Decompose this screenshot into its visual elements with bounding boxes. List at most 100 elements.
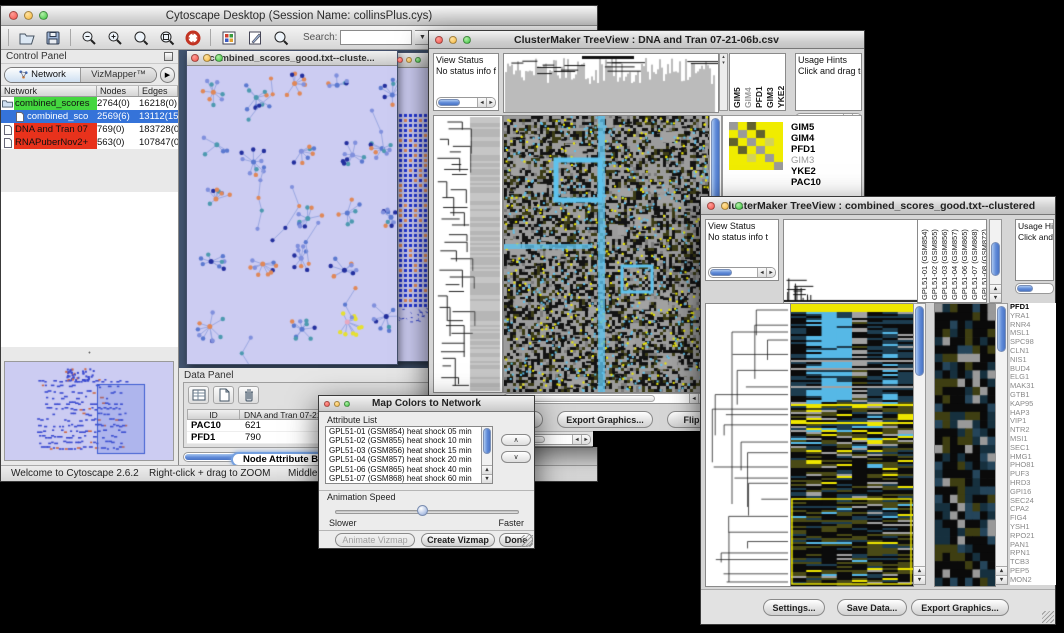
zoom-heatmap-canvas[interactable] [934,303,996,587]
view-status-hscrollbar[interactable]: ◂▸ [708,267,776,278]
search-input[interactable] [340,30,412,45]
global-heatmap-canvas[interactable] [503,115,710,393]
column-vscrollbar[interactable]: ▴▾ [989,219,1002,303]
minimize-icon[interactable] [24,11,33,20]
gene-label[interactable]: PFD1 [791,144,857,155]
create-attribute-button[interactable] [213,386,234,404]
close-icon[interactable] [435,36,443,44]
close-icon[interactable] [191,54,199,62]
button-export-graphics[interactable]: Export Graphics... [557,411,653,428]
zoom-icon[interactable] [415,57,421,63]
cytoscape-titlebar[interactable]: Cytoscape Desktop (Session Name: collins… [1,6,597,26]
zoom-vscrollbar[interactable]: ▴▾ [995,303,1008,585]
resize-grip[interactable] [1042,611,1054,623]
zoom-icon[interactable] [39,11,48,20]
treeview-dna-titlebar[interactable]: ClusterMaker TreeView : DNA and Tran 07-… [429,31,864,49]
column-label[interactable]: PFD1 [754,55,764,108]
zoom-out-button[interactable] [77,28,100,48]
zoom-icon[interactable] [344,401,350,407]
network-row[interactable]: combined_sco2569(6)13112(15) [1,110,178,123]
column-label[interactable]: GPL51-02 (GSM855) [930,221,939,300]
scroll-down-arrow[interactable]: ▾ [996,575,1007,584]
column-label[interactable]: GPL51-08 (GSM872) [980,221,987,300]
row-dendrogram-canvas[interactable] [433,115,503,393]
minimize-icon[interactable] [406,57,412,63]
button-export-graphics[interactable]: Export Graphics... [911,599,1009,616]
network-row[interactable]: combined_scores2764(0)16218(0) [1,97,178,110]
gene-label[interactable]: YKE2 [791,166,857,177]
gene-label[interactable]: GIM3 [791,155,857,166]
minimize-icon[interactable] [449,36,457,44]
global-heatmap-canvas[interactable] [790,303,914,587]
network-view-canvas[interactable] [187,66,397,364]
column-nodes[interactable]: Nodes [97,86,139,96]
zoom-in-button[interactable] [103,28,126,48]
view-status-hscrollbar[interactable]: ◂▸ [436,97,496,108]
button-create-vizmap[interactable]: Create Vizmap [421,533,495,547]
move-down-button[interactable]: ∨ [501,451,531,463]
scroll-left-arrow[interactable]: ◂ [572,435,581,444]
delete-attribute-button[interactable] [238,386,259,404]
attribute-item[interactable]: GPL51-02 (GSM855) heat shock 10 min [326,436,492,445]
column-network[interactable]: Network [1,86,97,96]
column-label[interactable]: GPL51-01 (GSM854) [920,221,929,300]
column-label[interactable]: YKE2 [776,55,786,108]
column-label[interactable]: GPL51-03 (GSM856) [940,221,949,300]
attribute-item[interactable]: GPL51-03 (GSM856) heat shock 15 min [326,446,492,455]
close-icon[interactable] [324,401,330,407]
button-save-data[interactable]: Save Data... [837,599,907,616]
minimize-icon[interactable] [334,401,340,407]
tree-splitter[interactable]: ▴▾ [719,53,728,111]
scroll-up-arrow[interactable]: ▴ [990,284,1001,293]
column-dendrogram-canvas[interactable] [783,219,919,305]
zoom-icon[interactable] [463,36,471,44]
gene-label[interactable]: GIM4 [791,133,857,144]
column-id[interactable]: ID [188,410,240,419]
gene-label[interactable]: GIM5 [791,122,857,133]
column-label[interactable]: GPL51-06 (GSM865) [960,221,969,300]
attribute-table-button[interactable] [269,28,292,48]
column-label[interactable]: GPL51-07 (GSM868) [970,221,979,300]
treeview-combined-titlebar[interactable]: ClusterMaker TreeView : combined_scores_… [701,197,1055,215]
column-edges[interactable]: Edges [139,86,178,96]
tab-vizmapper[interactable]: VizMapper™ [80,68,156,82]
scroll-left-arrow[interactable]: ◂ [689,394,698,403]
close-icon[interactable] [397,57,403,63]
column-label[interactable]: GIM3 [765,55,775,108]
usage-hints-hscrollbar[interactable] [1015,283,1054,294]
open-folder-button[interactable] [15,28,38,48]
tab-overflow-button[interactable]: ▶ [160,67,175,83]
save-button[interactable] [41,28,64,48]
zoom-icon[interactable] [215,54,223,62]
scroll-right-arrow[interactable]: ▸ [766,268,775,277]
scroll-down-arrow[interactable]: ▾ [914,575,925,584]
move-up-button[interactable]: ∧ [501,434,531,446]
slider-thumb[interactable] [417,505,428,516]
gene-label[interactable]: PAC10 [791,177,857,188]
similarity-matrix-canvas[interactable] [729,122,783,170]
close-icon[interactable] [9,11,18,20]
column-label[interactable]: GIM5 [732,55,742,108]
button-settings[interactable]: Settings... [763,599,825,616]
scroll-down-arrow[interactable]: ▾ [990,293,1001,302]
scroll-left-arrow[interactable]: ◂ [757,268,766,277]
column-label[interactable]: GIM4 [743,55,753,108]
scroll-right-arrow[interactable]: ▸ [486,98,495,107]
help-ring-button[interactable] [181,28,204,48]
float-panel-icon[interactable] [164,52,173,61]
column-label[interactable]: GPL51-04 (GSM857) [950,221,959,300]
scroll-up-arrow[interactable]: ▴ [914,566,925,575]
zoom-fit-button[interactable] [155,28,178,48]
minimize-icon[interactable] [203,54,211,62]
scroll-up-arrow[interactable]: ▴ [482,465,492,474]
column-dendrogram-canvas[interactable] [503,53,719,113]
scroll-left-arrow[interactable]: ◂ [477,98,486,107]
zoom-icon[interactable] [735,202,743,210]
row-dendrogram-canvas[interactable] [705,303,791,587]
panel-divider-handle[interactable]: • [1,351,178,359]
heatmap-vscrollbar[interactable]: ▴▾ [913,303,926,585]
vizmapper-squares-button[interactable] [217,28,240,48]
network-row[interactable]: DNA and Tran 07769(0)183728(0) [1,123,178,136]
scroll-up-arrow[interactable]: ▴ [996,566,1007,575]
attribute-item[interactable]: GPL51-01 (GSM854) heat shock 05 min [326,427,492,436]
